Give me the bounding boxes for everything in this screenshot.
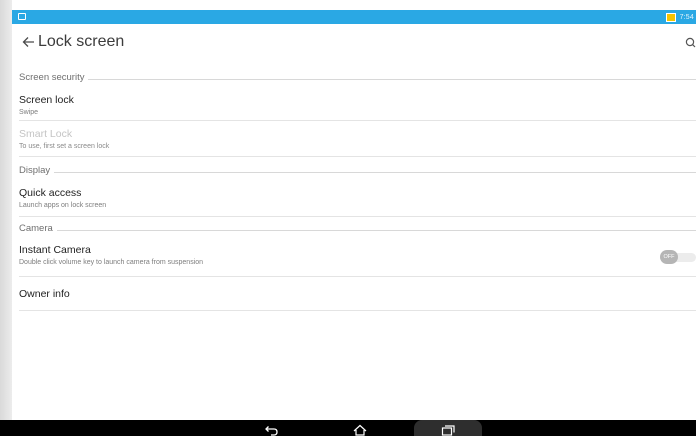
section-header-screen-security: Screen security [19, 68, 696, 86]
owner-info-title: Owner info [19, 288, 70, 300]
toggle-knob: OFF [660, 250, 678, 264]
instant-camera-summary: Double click volume key to launch camera… [19, 259, 204, 266]
section-label: Display [19, 164, 51, 176]
screen-lock-summary: Swipe [19, 109, 39, 116]
instant-camera-title: Instant Camera [19, 244, 91, 256]
section-header-display: Display [19, 161, 696, 179]
back-button[interactable] [19, 33, 37, 51]
quick-access-item[interactable]: Quick access Launch apps on lock screen [19, 179, 696, 217]
nav-home-button[interactable] [352, 423, 368, 436]
smart-lock-summary: To use, first set a screen lock [19, 143, 110, 150]
instant-camera-toggle[interactable]: OFF [660, 250, 696, 264]
section-divider [88, 78, 696, 80]
quick-access-title: Quick access [19, 187, 82, 199]
page-title: Lock screen [38, 33, 125, 50]
smart-lock-title: Smart Lock [19, 128, 73, 140]
status-bar: 7:54 [12, 10, 696, 24]
section-header-camera: Camera [19, 219, 696, 237]
status-clock: 7:54 [679, 13, 694, 21]
search-button[interactable] [684, 36, 696, 48]
app-header: Lock screen [12, 24, 696, 64]
section-label: Camera [19, 222, 53, 234]
section-label: Screen security [19, 71, 85, 83]
instant-camera-item[interactable]: Instant Camera Double click volume key t… [19, 237, 696, 277]
notification-icon [18, 13, 26, 20]
battery-icon [665, 12, 676, 22]
screen-lock-title: Screen lock [19, 94, 74, 106]
owner-info-item[interactable]: Owner info [19, 277, 696, 311]
smart-lock-item: Smart Lock To use, first set a screen lo… [19, 121, 696, 157]
section-divider [54, 171, 696, 173]
nav-recents-icon [441, 425, 455, 436]
nav-recents-button[interactable] [440, 423, 456, 436]
status-right-cluster: 7:54 [665, 11, 694, 23]
settings-list: Screen security Screen lock Swipe Smart … [19, 64, 696, 311]
nav-home-icon [353, 424, 367, 436]
nav-back-icon [265, 426, 278, 436]
screen-left-edge [0, 0, 12, 436]
navigation-bar [0, 420, 696, 436]
nav-back-button[interactable] [263, 423, 279, 436]
quick-access-summary: Launch apps on lock screen [19, 202, 107, 209]
screen-lock-item[interactable]: Screen lock Swipe [19, 86, 696, 121]
search-icon [685, 37, 696, 48]
arrow-back-icon [22, 37, 34, 47]
screen-top-edge [0, 0, 696, 10]
section-divider [56, 229, 696, 231]
